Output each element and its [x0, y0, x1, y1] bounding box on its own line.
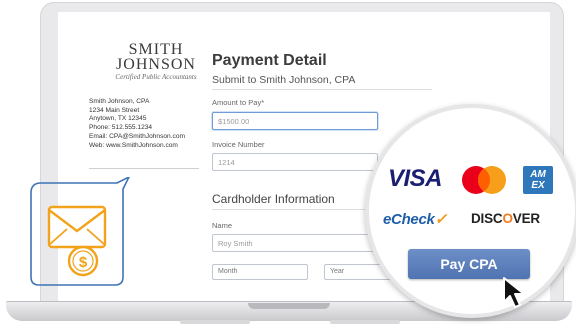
- discover-text-end: VER: [512, 211, 540, 226]
- amex-line-2: EX: [531, 180, 545, 191]
- company-info: Smith Johnson, CPA 1234 Main Street Anyt…: [89, 98, 185, 150]
- page-subtitle: Submit to Smith Johnson, CPA: [212, 74, 356, 86]
- laptop-notch: [248, 303, 330, 309]
- visa-logo[interactable]: VISA: [388, 165, 443, 193]
- cardholder-section-title: Cardholder Information: [212, 192, 335, 206]
- company-name: Smith Johnson, CPA: [89, 98, 150, 105]
- subtitle-divider: [212, 89, 432, 90]
- discover-text-start: DISC: [471, 211, 503, 226]
- company-web: Web: www.SmithJohnson.com: [89, 141, 178, 149]
- logo-tagline: Certified Public Accountants: [115, 73, 197, 81]
- company-city: Anytown, TX 12345: [89, 115, 147, 123]
- discover-text-o: O: [502, 211, 513, 226]
- envelope-dollar-icon: $: [30, 175, 131, 286]
- discover-logo[interactable]: DISCOVER: [471, 211, 540, 226]
- echeck-logo[interactable]: eCheck✓: [383, 210, 447, 228]
- mastercard-icon[interactable]: [459, 164, 509, 196]
- amex-logo[interactable]: AM EX: [523, 166, 553, 194]
- laptop-foot-left: [180, 320, 250, 324]
- laptop-foot-right: [330, 320, 400, 324]
- amount-input[interactable]: $1500.00: [212, 112, 378, 130]
- echeck-text: eCheck: [383, 211, 435, 228]
- name-input[interactable]: Roy Smith: [212, 234, 392, 252]
- logo-line-1: SMITH: [128, 41, 184, 58]
- invoice-input[interactable]: 1214: [212, 153, 378, 171]
- company-phone: Phone: 512.555.1234: [89, 124, 153, 132]
- svg-text:$: $: [79, 254, 88, 271]
- amex-line-1: AM: [530, 169, 546, 180]
- page-title: Payment Detail: [212, 52, 327, 69]
- company-street: 1234 Main Street: [89, 106, 140, 114]
- logo-line-2: JOHNSON: [116, 56, 196, 73]
- pay-cpa-button[interactable]: Pay CPA: [408, 249, 530, 279]
- check-mark-icon: ✓: [434, 211, 448, 228]
- invoice-label: Invoice Number: [212, 140, 265, 149]
- amount-label: Amount to Pay*: [212, 98, 265, 107]
- month-select[interactable]: Month: [212, 264, 308, 280]
- company-divider: [89, 168, 199, 169]
- company-logo: SMITH JOHNSON Certified Public Accountan…: [91, 41, 221, 82]
- cardholder-divider: [212, 209, 382, 210]
- company-email: Email: CPA@SmithJohnson.com: [89, 132, 185, 140]
- email-invoice-icon: $: [25, 175, 135, 289]
- pointer-cursor-icon: [503, 277, 525, 308]
- name-label: Name: [212, 221, 233, 230]
